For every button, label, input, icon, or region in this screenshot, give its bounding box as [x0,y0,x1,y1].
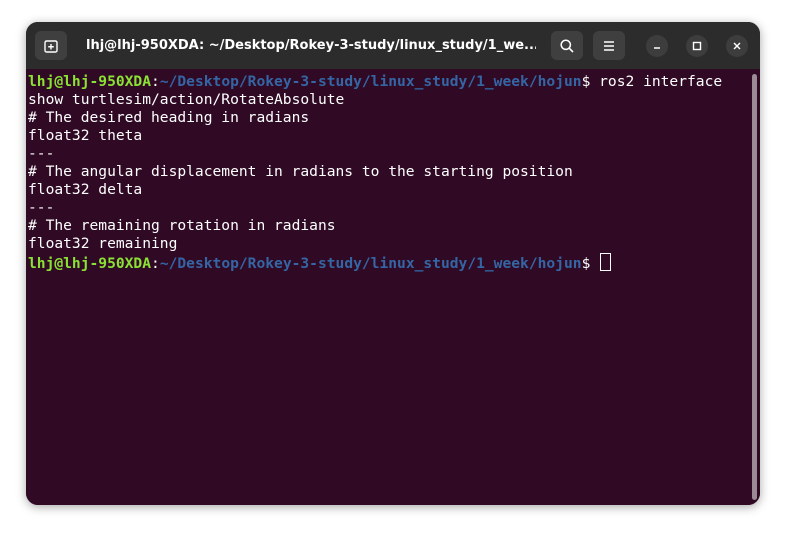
command-line: lhj@lhj-950XDA:~/Desktop/Rokey-3-study/l… [28,73,760,91]
output-line: --- [28,199,55,216]
prompt-path: ~/Desktop/Rokey-3-study/linux_study/1_we… [159,255,582,272]
output-line: float32 delta [28,181,143,198]
prompt-colon: : [151,73,160,90]
close-button[interactable] [726,35,748,57]
command-text: ros2 interface [599,73,723,90]
output-line: # The desired heading in radians [28,109,310,126]
new-tab-icon [44,39,58,53]
prompt-symbol: $ [581,255,600,272]
scrollbar[interactable] [752,74,757,500]
minimize-button[interactable] [646,35,668,57]
terminal-output-area[interactable]: lhj@lhj-950XDA:~/Desktop/Rokey-3-study/l… [26,69,760,505]
output-line: # The angular displacement in radians to… [28,163,573,180]
prompt-symbol: $ [581,73,600,90]
window-title: lhj@lhj-950XDA: ~/Desktop/Rokey-3-study/… [86,38,536,53]
text-cursor [600,253,612,271]
current-prompt-line[interactable]: lhj@lhj-950XDA:~/Desktop/Rokey-3-study/l… [28,253,760,272]
output-line: # The remaining rotation in radians [28,217,336,234]
search-icon [560,38,574,53]
prompt-colon: : [151,255,160,272]
minimize-icon [654,47,660,49]
new-tab-button[interactable] [35,31,67,60]
output-line: float32 theta [28,127,143,144]
maximize-button[interactable] [686,35,708,57]
maximize-icon [692,41,702,51]
prompt-path: ~/Desktop/Rokey-3-study/linux_study/1_we… [159,73,582,90]
output-line: --- [28,145,55,162]
hamburger-menu-icon [604,40,614,51]
menu-button[interactable] [593,31,625,60]
prompt-user: lhj@lhj-950XDA [28,73,152,90]
search-button[interactable] [551,31,583,60]
command-continuation: show turtlesim/action/RotateAbsolute [28,91,345,108]
output-line: float32 remaining [28,235,178,252]
title-bar[interactable]: lhj@lhj-950XDA: ~/Desktop/Rokey-3-study/… [26,22,760,69]
prompt-user: lhj@lhj-950XDA [28,255,152,272]
terminal-window: lhj@lhj-950XDA: ~/Desktop/Rokey-3-study/… [26,22,760,505]
close-icon [733,42,741,50]
